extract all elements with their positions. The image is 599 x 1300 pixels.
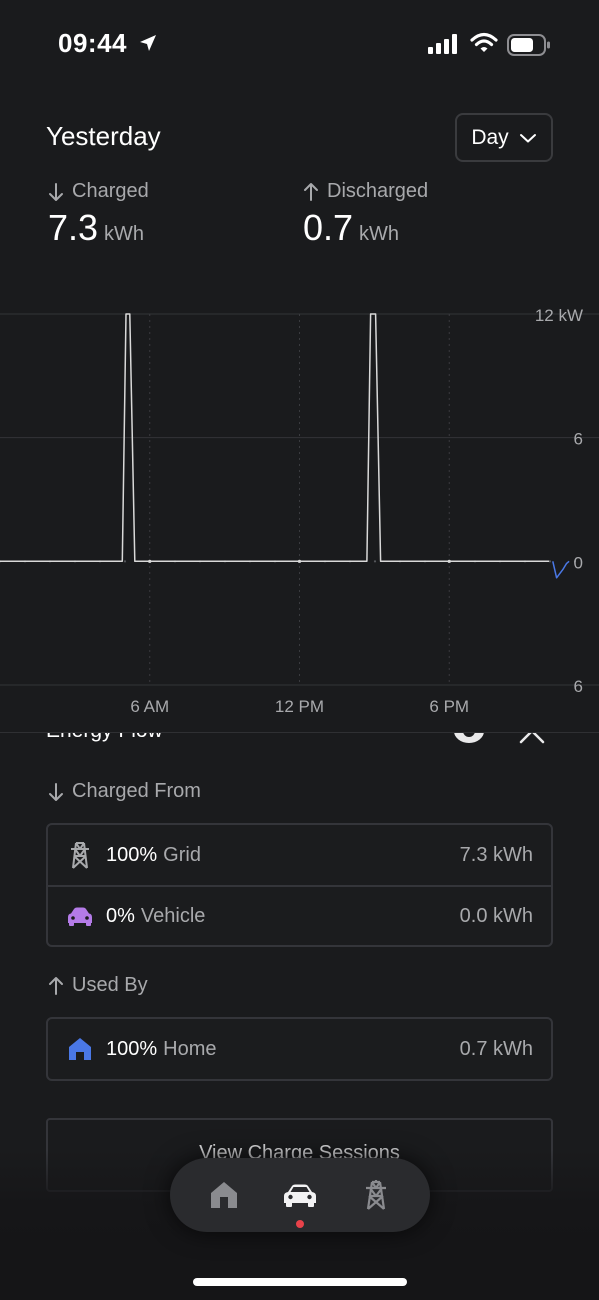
used-by-text: Used By (72, 974, 148, 996)
used-by-label: Used By (48, 974, 148, 997)
tab-grid[interactable] (356, 1178, 396, 1212)
list-item-grid[interactable]: 100% Grid 7.3 kWh (48, 825, 551, 885)
home-value: 0.7 kWh (459, 1037, 533, 1060)
arrow-down-icon (49, 182, 63, 201)
vehicle-percent: 0% (106, 904, 135, 927)
arrow-up-icon (49, 976, 63, 995)
series-line-1 (552, 560, 570, 579)
home-icon (66, 1035, 94, 1063)
home-icon (211, 1182, 237, 1208)
list-item-home[interactable]: 100% Home 0.7 kWh (48, 1019, 551, 1079)
grid-name: Grid (163, 843, 201, 866)
status-time: 09:44 (58, 28, 127, 58)
close-icon[interactable] (518, 733, 546, 745)
period-select[interactable]: Day (455, 113, 553, 162)
vehicle-value: 0.0 kWh (459, 904, 533, 927)
y-tick-label: 12 kW (535, 306, 583, 325)
energy-flow-header: Energy Flow (0, 733, 599, 749)
grid-tower-icon (366, 1180, 386, 1210)
zero-baseline-dot (373, 560, 377, 563)
list-item-vehicle[interactable]: 0% Vehicle 0.0 kWh (48, 885, 551, 945)
location-arrow-icon (140, 35, 156, 51)
x-tick-label: 6 AM (130, 697, 169, 716)
y-tick-label: 6 (574, 430, 583, 449)
power-chart[interactable]: 12 kW 6 0 6 6 AM 12 PM 6 PM (0, 300, 599, 730)
period-select-value: Day (471, 125, 509, 149)
eye-icon[interactable] (452, 733, 486, 747)
zero-baseline-dot (548, 560, 552, 563)
used-by-card: 100% Home 0.7 kWh (46, 1017, 553, 1081)
vehicle-name: Vehicle (140, 904, 206, 927)
charged-label: Charged (72, 180, 149, 202)
grid-tower-icon (66, 841, 94, 869)
discharged-stat: Discharged 0.7 kWh (303, 180, 428, 249)
power-chart-svg: 12 kW 6 0 6 6 AM 12 PM 6 PM (0, 306, 599, 716)
arrow-down-icon (49, 782, 63, 801)
zero-baseline-dot (123, 560, 127, 563)
active-tab-indicator (296, 1220, 304, 1228)
tab-home[interactable] (204, 1178, 244, 1212)
car-icon (284, 1184, 316, 1207)
charged-unit: kWh (104, 223, 145, 245)
home-indicator (193, 1278, 407, 1286)
charged-value: 7.3 (48, 207, 99, 248)
home-percent: 100% (106, 1037, 158, 1060)
x-tick-label: 12 PM (275, 697, 324, 716)
charged-stat: Charged 7.3 kWh (48, 180, 149, 249)
y-tick-label: 0 (574, 553, 583, 572)
arrow-up-icon (304, 182, 318, 201)
charged-from-text: Charged From (72, 780, 201, 802)
charged-from-label: Charged From (48, 780, 201, 803)
home-name: Home (163, 1037, 217, 1060)
page-title: Yesterday (46, 121, 161, 151)
status-bar: 09:44 (0, 0, 599, 90)
charged-from-card: 100% Grid 7.3 kWh 0% Vehicle 0.0 kWh (46, 823, 553, 947)
discharged-label: Discharged (327, 180, 429, 202)
grid-percent: 100% (106, 843, 158, 866)
x-tick-label: 6 PM (429, 697, 469, 716)
signal-icon (428, 34, 457, 54)
y-tick-label: 6 (574, 677, 583, 696)
grid-value: 7.3 kWh (459, 843, 533, 866)
energy-flow-title: Energy Flow (46, 733, 163, 743)
tab-car[interactable] (280, 1178, 320, 1212)
wifi-icon (470, 32, 498, 52)
battery-icon (507, 34, 550, 56)
discharged-unit: kWh (359, 223, 400, 245)
chevron-down-icon (519, 133, 536, 142)
discharged-value: 0.7 (303, 207, 354, 248)
vehicle-icon (66, 902, 94, 930)
